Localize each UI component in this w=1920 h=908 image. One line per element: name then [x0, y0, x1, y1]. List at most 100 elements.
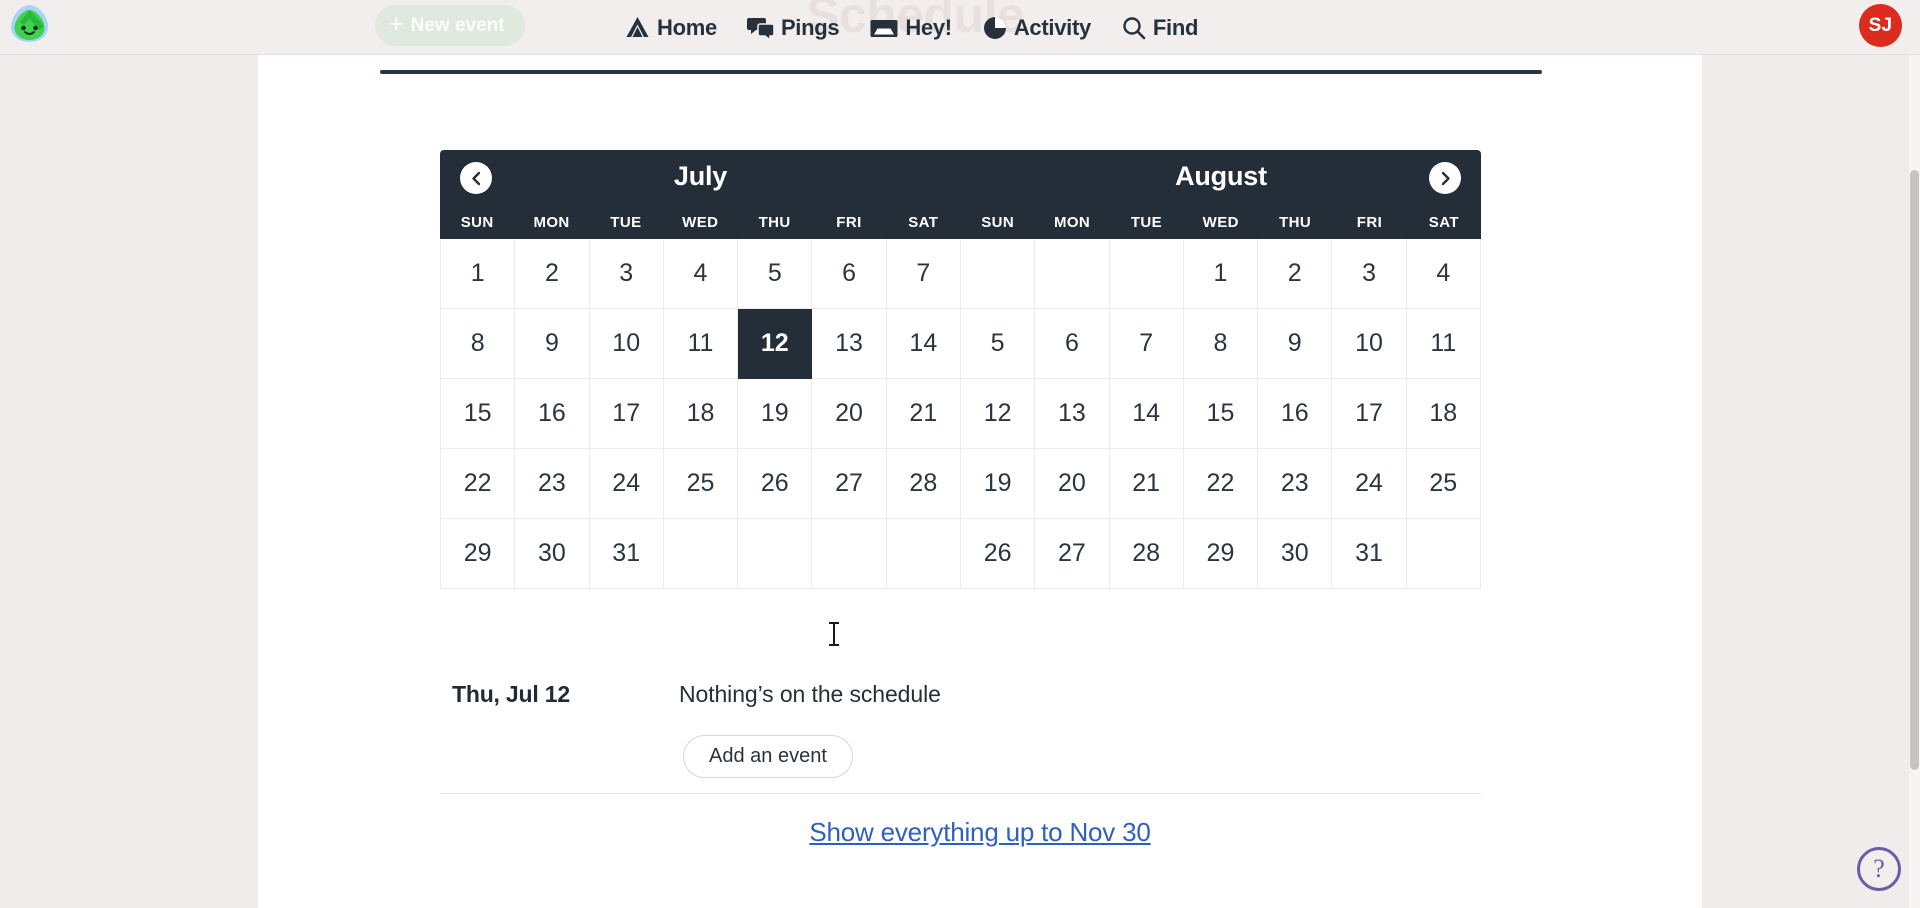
nav-item-hey[interactable]: Hey! [869, 15, 952, 41]
month-name-right: August [1175, 161, 1267, 191]
calendar-day[interactable]: 27 [1035, 519, 1110, 589]
calendar-day[interactable]: 22 [1183, 449, 1259, 519]
calendar-day[interactable]: 1 [440, 239, 516, 309]
calendar-day-empty [812, 519, 887, 589]
calendar-day[interactable]: 25 [663, 449, 739, 519]
calendar-day[interactable]: 3 [589, 239, 664, 309]
calendar-day[interactable]: 29 [440, 519, 516, 589]
calendar-day[interactable]: 31 [1332, 519, 1407, 589]
dow-label: TUE [1130, 214, 1163, 231]
calendar-day[interactable]: 25 [1406, 449, 1481, 519]
calendar-day[interactable]: 26 [738, 449, 813, 519]
page-scrollbar-thumb[interactable] [1910, 170, 1919, 770]
calendar-day[interactable]: 10 [1332, 309, 1407, 379]
calendar-day[interactable]: 11 [663, 309, 739, 379]
calendar-day[interactable]: 4 [663, 239, 739, 309]
calendar-day[interactable]: 13 [1035, 379, 1110, 449]
calendar-week-row: 22 23 24 25 26 27 28 19 20 21 22 23 24 25 [440, 449, 1481, 519]
calendar-day[interactable]: 30 [1258, 519, 1333, 589]
calendar-day-empty [663, 519, 739, 589]
add-an-event-button[interactable]: Add an event [683, 735, 853, 778]
calendar-day[interactable]: 23 [1258, 449, 1333, 519]
calendar-day[interactable]: 24 [1332, 449, 1407, 519]
dow-label: THU [758, 214, 791, 231]
dow-label: FRI [1356, 214, 1383, 231]
calendar-day[interactable]: 18 [663, 379, 739, 449]
calendar-week-row: 12345671234 [440, 239, 1481, 309]
calendar-day[interactable]: 23 [515, 449, 590, 519]
calendar-day[interactable]: 5 [960, 309, 1036, 379]
calendar-day[interactable]: 14 [886, 309, 961, 379]
calendar-day[interactable]: 16 [1258, 379, 1333, 449]
calendar-day[interactable]: 21 [886, 379, 961, 449]
calendar-day[interactable]: 15 [1183, 379, 1259, 449]
basecamp-logo-icon [11, 5, 48, 42]
calendar-day[interactable]: 31 [589, 519, 664, 589]
nav-item-find[interactable]: Find [1121, 15, 1198, 41]
calendar-day[interactable]: 20 [812, 379, 887, 449]
calendar-day[interactable]: 24 [589, 449, 664, 519]
dow-label: FRI [836, 214, 862, 231]
calendar-day[interactable]: 28 [1109, 519, 1184, 589]
calendar-day[interactable]: 1 [1183, 239, 1259, 309]
calendar-week-row: 29 30 31 26 27 28 29 30 31 [440, 519, 1481, 589]
calendar-day[interactable]: 11 [1406, 309, 1481, 379]
calendar-day[interactable]: 7 [1109, 309, 1184, 379]
calendar-day[interactable]: 27 [812, 449, 887, 519]
calendar-day[interactable]: 26 [960, 519, 1036, 589]
calendar-day[interactable]: 19 [960, 449, 1036, 519]
calendar-day-empty [1109, 239, 1184, 309]
calendar-day[interactable]: 4 [1406, 239, 1481, 309]
calendar-day[interactable]: 21 [1109, 449, 1184, 519]
calendar-day[interactable]: 8 [1183, 309, 1259, 379]
calendar-day[interactable]: 6 [1035, 309, 1110, 379]
calendar-day[interactable]: 13 [812, 309, 887, 379]
nav-item-pings[interactable]: Pings [746, 15, 840, 41]
top-navigation-bar: Schedule + New event Home Pings Hey! Act… [0, 0, 1920, 55]
calendar-day[interactable]: 17 [1332, 379, 1407, 449]
calendar-day[interactable]: 30 [515, 519, 590, 589]
calendar-day[interactable]: 16 [515, 379, 590, 449]
basecamp-logo[interactable] [8, 2, 51, 45]
calendar-day[interactable]: 2 [515, 239, 590, 309]
nav-item-label: Hey! [905, 14, 952, 40]
avatar-initials: SJ [1868, 14, 1893, 36]
calendar-day[interactable]: 15 [440, 379, 516, 449]
calendar-day-selected[interactable]: 12 [738, 309, 813, 379]
calendar-day[interactable]: 17 [589, 379, 664, 449]
section-rule [380, 70, 1542, 74]
new-event-button[interactable]: + New event [375, 5, 525, 46]
calendar-day[interactable]: 29 [1183, 519, 1259, 589]
dow-label: TUE [610, 214, 642, 231]
empty-schedule-message: Nothing’s on the schedule [679, 681, 941, 707]
calendar-day[interactable]: 3 [1332, 239, 1407, 309]
calendar-day[interactable]: 5 [738, 239, 813, 309]
tent-icon [624, 15, 651, 41]
calendar-day-empty [738, 519, 813, 589]
nav-item-activity[interactable]: Activity [982, 15, 1091, 41]
calendar-day[interactable]: 7 [886, 239, 961, 309]
calendar-day[interactable]: 28 [886, 449, 961, 519]
next-month-button[interactable] [1429, 162, 1461, 194]
calendar-day[interactable]: 20 [1035, 449, 1110, 519]
dow-label: SUN [460, 214, 494, 231]
calendar-day[interactable]: 9 [515, 309, 590, 379]
calendar-day[interactable]: 6 [812, 239, 887, 309]
calendar-day[interactable]: 14 [1109, 379, 1184, 449]
calendar-day-empty [1406, 519, 1481, 589]
calendar-day[interactable]: 2 [1258, 239, 1333, 309]
chat-bubbles-icon [746, 15, 775, 41]
help-button[interactable]: ? [1857, 847, 1901, 891]
calendar-day[interactable]: 9 [1258, 309, 1333, 379]
calendar-day[interactable]: 18 [1406, 379, 1481, 449]
calendar-week-row: 8 9 10 11 12 13 14 5 6 7 8 9 10 11 [440, 309, 1481, 379]
calendar-day[interactable]: 12 [960, 379, 1036, 449]
user-avatar[interactable]: SJ [1859, 4, 1902, 47]
calendar-day[interactable]: 22 [440, 449, 516, 519]
nav-item-home[interactable]: Home [624, 15, 717, 41]
calendar-day[interactable]: 19 [738, 379, 813, 449]
dow-label: MON [1053, 214, 1091, 231]
calendar-day[interactable]: 10 [589, 309, 664, 379]
calendar-day[interactable]: 8 [440, 309, 516, 379]
show-everything-link[interactable]: Show everything up to Nov 30 [258, 817, 1702, 848]
